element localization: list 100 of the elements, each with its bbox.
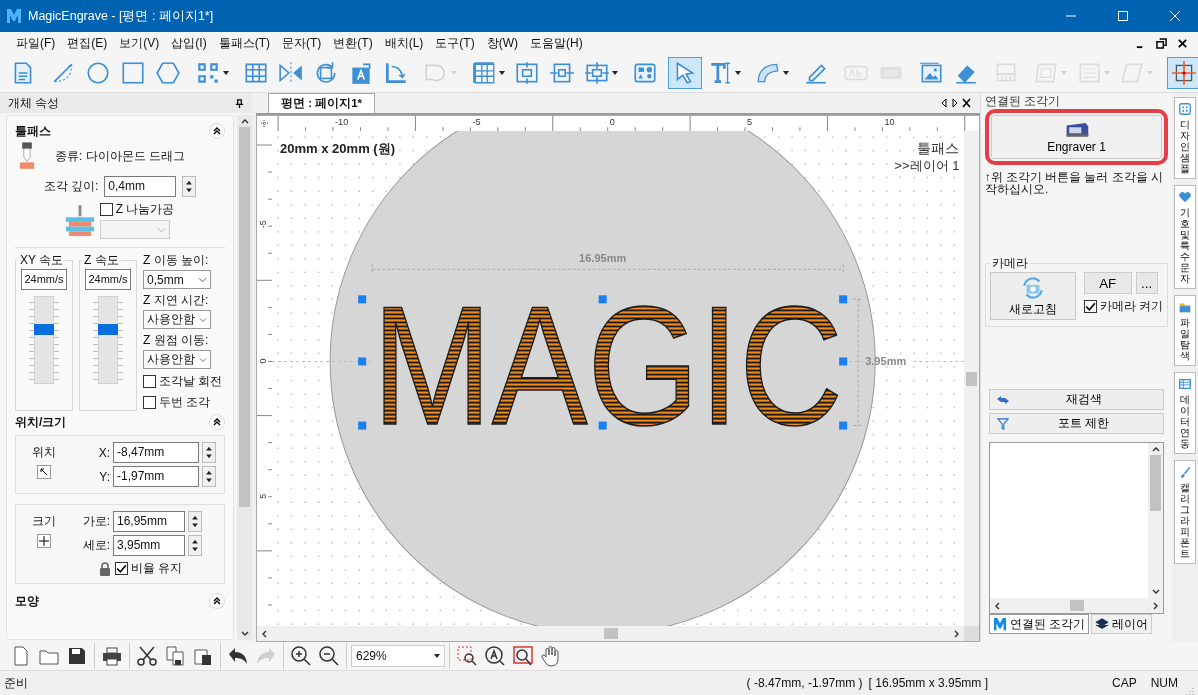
hint-text: ↑위 조각기 버튼을 눌러 조각을 시작하십시오. — [985, 171, 1164, 195]
caret-icon — [499, 71, 505, 75]
window-title: MagicEngrave - [평면 : 페이지1*] — [28, 7, 214, 25]
close-icon[interactable] — [1177, 37, 1188, 49]
panel-title: 개체 속성 — [8, 95, 60, 111]
side-tab[interactable]: 파일 탐색 — [1174, 295, 1196, 366]
menu-item[interactable]: 변환(T) — [327, 32, 379, 54]
speed-input[interactable]: 24mm/s — [85, 269, 131, 290]
collapse-button[interactable] — [209, 414, 225, 430]
height-input[interactable]: 3,95mm — [113, 535, 185, 556]
collapse-button[interactable] — [209, 123, 225, 139]
checkbox[interactable] — [1083, 300, 1097, 313]
square-icon — [120, 60, 146, 86]
zoom-in-icon — [289, 644, 313, 668]
resize-grip-icon[interactable] — [1184, 685, 1194, 695]
side-tab[interactable]: 디자인 샘플 — [1174, 97, 1196, 179]
menu-item[interactable]: 창(W) — [480, 32, 524, 54]
logo-icon — [6, 8, 22, 24]
menu-item[interactable]: 편집(E) — [61, 32, 114, 54]
spin-button[interactable] — [188, 511, 202, 532]
qr-code-icon — [195, 60, 221, 86]
pin-icon[interactable] — [235, 98, 244, 108]
dropdown[interactable]: 사용안함 — [143, 350, 211, 369]
section-title: 모양 — [15, 592, 39, 610]
width-input[interactable]: 16,95mm — [113, 511, 185, 532]
checkbox-label: Z 나눔가공 — [115, 201, 175, 218]
dropdown[interactable]: 사용안함 — [143, 310, 211, 329]
spin-button[interactable] — [202, 442, 216, 463]
toolbar-button[interactable] — [1167, 57, 1198, 89]
scroll-thumb[interactable] — [1069, 600, 1084, 611]
panel-tab[interactable]: 레이어 — [1091, 614, 1153, 634]
checkbox[interactable] — [99, 203, 113, 216]
vertical-scrollbar[interactable] — [964, 131, 979, 626]
horizontal-scrollbar[interactable] — [257, 626, 964, 641]
field-label: Y: — [98, 469, 110, 484]
slider-thumb[interactable] — [34, 323, 54, 335]
spin-button[interactable] — [202, 466, 216, 487]
hexagon-icon — [155, 60, 181, 86]
autofocus-button[interactable]: AF — [1083, 272, 1132, 294]
layer-label: >>레이어 1 — [894, 158, 960, 174]
menu-item[interactable]: 배치(L) — [378, 32, 430, 54]
refresh-button[interactable]: 새로고침 — [990, 272, 1076, 320]
status-message: 준비 — [4, 674, 28, 692]
depth-input[interactable]: 0,4mm — [104, 176, 177, 197]
x-input[interactable]: -8,47mm — [113, 442, 199, 463]
engraver-button[interactable]: Engraver 1 — [991, 115, 1162, 159]
checkbox[interactable] — [143, 396, 156, 409]
vertical-scrollbar[interactable] — [237, 115, 252, 640]
slider-thumb[interactable] — [98, 323, 118, 335]
field-label: Z 이동 높이: — [143, 252, 210, 269]
scroll-thumb[interactable] — [603, 628, 618, 639]
more-button[interactable]: ... — [1135, 272, 1158, 294]
ruler-label: 10 — [884, 117, 895, 128]
speed-input[interactable]: 24mm/s — [21, 269, 67, 290]
restore-icon[interactable] — [1156, 37, 1167, 49]
caret-icon — [783, 71, 789, 75]
double-chevron-icon — [212, 596, 222, 606]
group-label: Z 속도 — [83, 252, 120, 269]
checkbox[interactable] — [143, 375, 156, 388]
scroll-thumb[interactable] — [966, 371, 977, 386]
selection-size: [ 16.95mm x 3.95mm ] — [868, 676, 988, 690]
group-label: 위치 — [32, 444, 56, 461]
spin-button[interactable] — [188, 535, 202, 556]
menu-item[interactable]: 도움말(H) — [523, 32, 589, 54]
checkbox[interactable] — [115, 562, 128, 575]
dropdown[interactable]: 0,5mm — [143, 270, 211, 289]
collapse-button[interactable] — [209, 593, 225, 609]
menu-item[interactable]: 문자(T) — [276, 32, 328, 54]
side-tab[interactable]: 데이터 연동 — [1174, 372, 1196, 454]
spin-button[interactable] — [182, 176, 197, 197]
y-input[interactable]: -1,97mm — [113, 466, 199, 487]
align-center-icon — [514, 60, 540, 86]
field-label: Z 원점 이동: — [143, 332, 210, 349]
caret-icon — [1104, 71, 1110, 75]
menu-item[interactable]: 파일(F) — [10, 32, 62, 54]
rescan-button[interactable]: 재검색 — [989, 389, 1164, 410]
scroll-thumb[interactable] — [239, 127, 250, 507]
side-tab[interactable]: 기호 및 특수문자 — [1174, 185, 1196, 289]
menu-item[interactable]: 툴패스(T) — [212, 32, 276, 54]
menu-item[interactable]: 도구(T) — [429, 32, 481, 54]
heart-icon — [1178, 190, 1192, 204]
resize-icon — [37, 534, 51, 548]
chevron-down-icon — [199, 356, 207, 363]
engraving-text[interactable]: MAGIC — [372, 270, 843, 460]
layers-icon — [1095, 617, 1110, 631]
crosshair-icon — [1171, 60, 1197, 86]
side-tab[interactable]: 캘리그라피 폰트 — [1174, 460, 1196, 564]
ruler-label: -5 — [258, 220, 268, 229]
menu-item[interactable]: 삽입(I) — [165, 32, 213, 54]
menu-item[interactable]: 보기(V) — [113, 32, 166, 54]
dimension-label: 16.95mm — [579, 252, 627, 265]
double-chevron-icon — [212, 126, 222, 136]
document-tab[interactable]: 평면 : 페이지1* — [268, 93, 376, 113]
port-filter-button[interactable]: 포트 제한 — [989, 413, 1164, 434]
scroll-thumb[interactable] — [1150, 455, 1161, 511]
panel-tab[interactable]: 연결된 조각기 — [989, 614, 1090, 634]
caret-icon — [735, 71, 741, 75]
zoom-dropdown[interactable]: 629% — [351, 645, 445, 667]
zoom-out-icon — [317, 644, 341, 668]
ruler-label: -10 — [335, 117, 349, 128]
